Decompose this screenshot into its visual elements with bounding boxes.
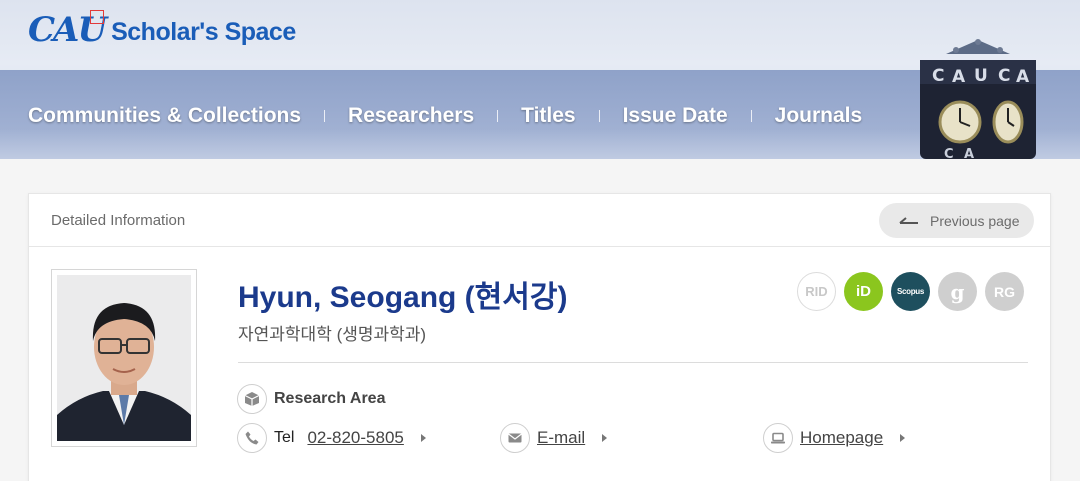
logo-text: Scholar's Space xyxy=(111,17,296,46)
svg-text:C: C xyxy=(998,66,1010,86)
tel-row: Tel 02-820-5805 xyxy=(237,423,426,453)
homepage-row: Homepage xyxy=(763,423,906,453)
email-link[interactable]: E-mail xyxy=(537,428,585,448)
laptop-icon xyxy=(763,423,793,453)
svg-text:A: A xyxy=(964,147,974,159)
main-nav: Communities & Collections Researchers Ti… xyxy=(28,104,862,128)
scopus-badge[interactable]: Scopus xyxy=(891,272,930,311)
research-area-label: Research Area xyxy=(274,390,386,407)
card-header: Detailed Information Previous page xyxy=(29,194,1050,247)
svg-text:A: A xyxy=(952,67,966,87)
back-arrow-icon xyxy=(899,216,918,224)
previous-page-button[interactable]: Previous page xyxy=(879,203,1034,238)
envelope-icon xyxy=(500,423,530,453)
nav-researchers[interactable]: Researchers xyxy=(348,104,474,128)
google-scholar-badge[interactable]: g xyxy=(938,272,977,311)
person-avatar-icon xyxy=(57,275,191,441)
phone-icon xyxy=(237,423,267,453)
site-logo[interactable]: CAU Scholar's Space xyxy=(28,10,296,50)
nav-titles[interactable]: Titles xyxy=(521,104,575,128)
profile-photo xyxy=(57,275,191,441)
profile-divider xyxy=(238,362,1028,363)
caret-right-icon xyxy=(602,434,608,442)
nav-communities-collections[interactable]: Communities & Collections xyxy=(28,104,301,128)
nav-separator xyxy=(598,110,600,122)
profile-photo-frame xyxy=(51,269,197,447)
svg-text:C: C xyxy=(944,147,954,159)
researcher-name: Hyun, Seogang (현서강) xyxy=(238,281,568,314)
logo-square-icon xyxy=(90,10,104,24)
nav-journals[interactable]: Journals xyxy=(775,104,863,128)
profile-badges: RID iD Scopus g RG xyxy=(797,272,1024,311)
card-header-title: Detailed Information xyxy=(51,212,186,229)
tel-link[interactable]: 02-820-5805 xyxy=(307,428,403,448)
svg-text:A: A xyxy=(1016,67,1030,87)
svg-text:U: U xyxy=(974,66,988,86)
box-icon xyxy=(237,384,267,414)
caret-right-icon xyxy=(420,434,426,442)
researcher-card: Detailed Information Previous page Hyun,… xyxy=(28,193,1051,481)
tel-label: Tel xyxy=(274,429,295,446)
previous-page-label: Previous page xyxy=(930,212,1020,229)
nav-separator xyxy=(324,110,326,122)
nav-separator xyxy=(497,110,499,122)
cau-logo-mark: CAU xyxy=(28,10,107,50)
researcher-department: 자연과학대학 (생명과학과) xyxy=(238,325,427,344)
rid-badge[interactable]: RID xyxy=(797,272,836,311)
caret-right-icon xyxy=(900,434,906,442)
clock-tower-icon: C A U C A C A xyxy=(920,39,1036,159)
nav-separator xyxy=(750,110,752,122)
researchgate-badge[interactable]: RG xyxy=(985,272,1024,311)
svg-text:C: C xyxy=(932,66,944,86)
research-area-row: Research Area xyxy=(237,384,385,414)
site-header: CAU Scholar's Space C A U C A C A Commun… xyxy=(0,0,1080,159)
nav-issue-date[interactable]: Issue Date xyxy=(623,104,728,128)
orcid-badge[interactable]: iD xyxy=(844,272,883,311)
email-row: E-mail xyxy=(500,423,608,453)
homepage-link[interactable]: Homepage xyxy=(800,428,883,448)
